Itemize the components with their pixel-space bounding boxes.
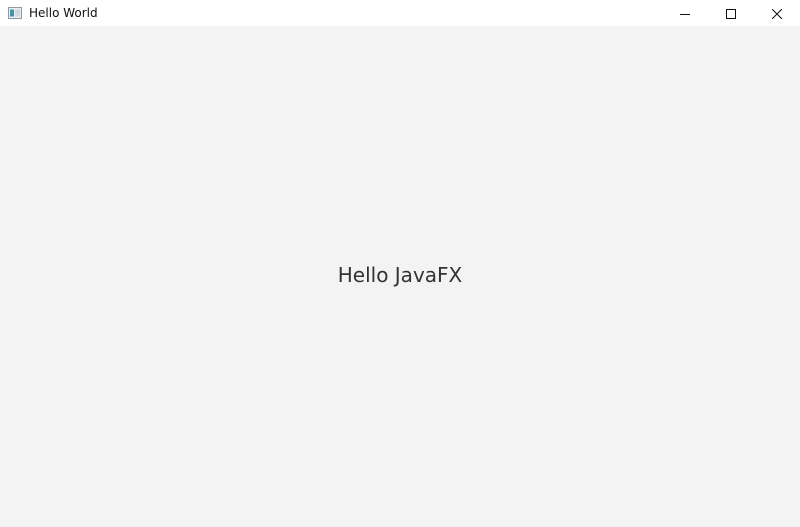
title-bar[interactable]: Hello World (0, 0, 800, 26)
window-title: Hello World (29, 6, 98, 20)
maximize-button[interactable] (708, 0, 754, 26)
close-icon (771, 4, 783, 23)
java-app-icon (7, 5, 23, 21)
hello-label: Hello JavaFX (337, 263, 463, 287)
app-window: Hello World Hello JavaFX (0, 0, 800, 527)
content-area: Hello JavaFX (0, 26, 800, 527)
close-button[interactable] (754, 0, 800, 26)
minimize-button[interactable] (662, 0, 708, 26)
maximize-icon (726, 4, 736, 23)
minimize-icon (680, 4, 690, 23)
window-controls (662, 0, 800, 26)
